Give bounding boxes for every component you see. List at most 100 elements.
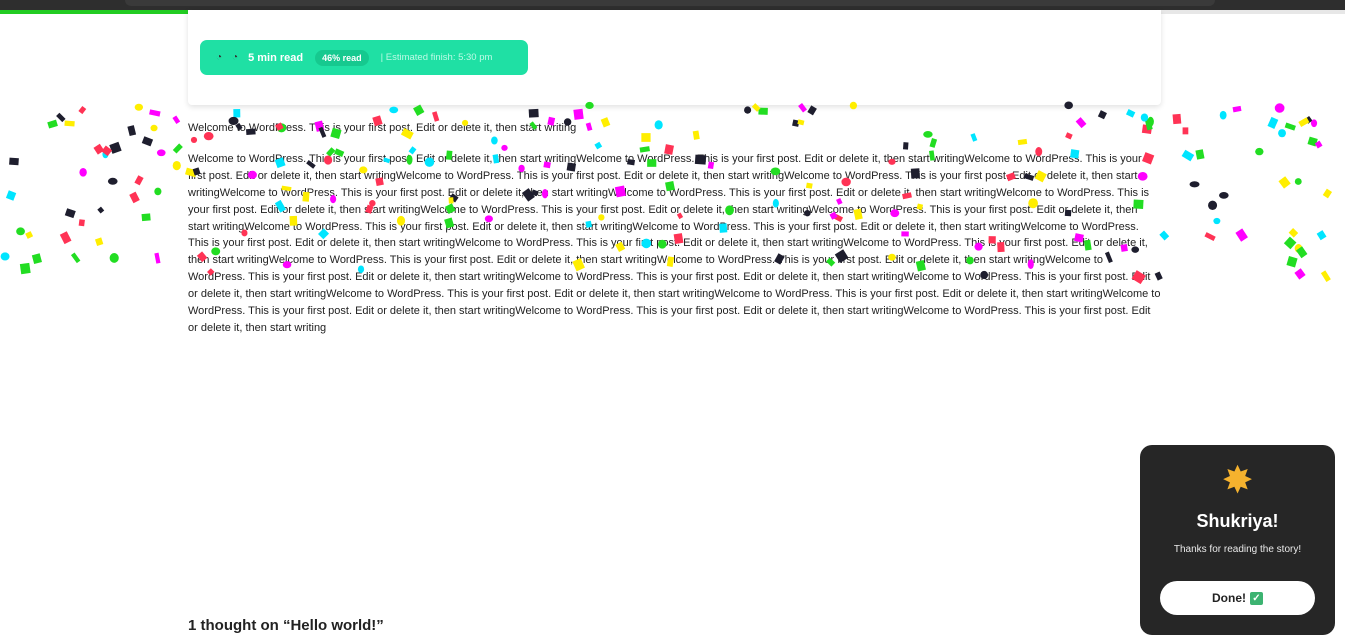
article-body-paragraph: Welcome to WordPress. This is your first… bbox=[188, 152, 1161, 334]
confetti-piece bbox=[1232, 105, 1242, 113]
confetti-piece bbox=[9, 157, 19, 166]
confetti-piece bbox=[109, 141, 122, 154]
done-button-label: Done! bbox=[1212, 591, 1246, 605]
read-time-label: 5 min read bbox=[248, 51, 304, 64]
confetti-piece bbox=[1288, 228, 1299, 238]
confetti-piece bbox=[1278, 129, 1286, 138]
confetti-piece bbox=[78, 105, 87, 115]
confetti-piece bbox=[78, 219, 85, 227]
confetti-piece bbox=[134, 175, 144, 186]
confetti-piece bbox=[109, 253, 119, 263]
confetti-piece bbox=[70, 252, 81, 264]
confetti-piece bbox=[93, 143, 105, 155]
confetti-piece bbox=[1097, 110, 1107, 120]
confetti-piece bbox=[758, 107, 768, 115]
percent-read-badge: 46% read bbox=[315, 49, 369, 66]
confetti-piece bbox=[25, 231, 34, 239]
confetti-piece bbox=[1322, 188, 1333, 199]
confetti-piece bbox=[5, 190, 17, 201]
top-bar-inner bbox=[125, 0, 1215, 6]
confetti-piece bbox=[1219, 192, 1229, 199]
confetti-piece bbox=[1294, 244, 1303, 253]
confetti-piece bbox=[19, 262, 31, 275]
confetti-piece bbox=[1278, 176, 1291, 189]
confetti-piece bbox=[389, 106, 399, 114]
confetti-piece bbox=[1182, 127, 1189, 135]
confetti-piece bbox=[744, 106, 752, 114]
confetti-piece bbox=[1296, 246, 1308, 259]
confetti-piece bbox=[1298, 117, 1310, 127]
confetti-piece bbox=[154, 187, 162, 196]
confetti-piece bbox=[233, 109, 241, 118]
confetti-piece bbox=[107, 177, 118, 185]
confetti-piece bbox=[172, 143, 183, 154]
confetti-piece bbox=[1284, 122, 1296, 131]
confetti-piece bbox=[127, 125, 137, 137]
toast-title: Shukriya! bbox=[1196, 511, 1279, 531]
star-icon: ✸ bbox=[1221, 460, 1254, 502]
confetti-piece bbox=[1235, 228, 1248, 242]
confetti-piece bbox=[1189, 181, 1200, 188]
confetti-piece bbox=[528, 108, 539, 118]
confetti-piece bbox=[573, 108, 584, 120]
confetti-piece bbox=[1320, 270, 1331, 283]
comments-heading: 1 thought on “Hello world!” bbox=[188, 617, 384, 634]
confetti-piece bbox=[97, 206, 105, 214]
confetti-piece bbox=[94, 237, 104, 247]
reading-time-pill: ◔ ◔ 5 min read 46% read | Estimated fini… bbox=[200, 40, 528, 75]
confetti-piece bbox=[1208, 200, 1218, 210]
confetti-piece bbox=[1310, 119, 1318, 128]
confetti-piece bbox=[31, 253, 42, 265]
confetti-piece bbox=[1307, 136, 1318, 147]
confetti-piece bbox=[1125, 109, 1136, 118]
confetti-piece bbox=[101, 145, 113, 157]
confetti-piece bbox=[150, 124, 158, 132]
confetti-piece bbox=[64, 120, 75, 127]
confetti-piece bbox=[1195, 149, 1205, 160]
confetti-piece bbox=[141, 136, 154, 147]
confetti-piece bbox=[1294, 268, 1306, 280]
confetti-piece bbox=[1274, 103, 1285, 113]
check-icon: ✓ bbox=[1250, 591, 1263, 605]
confetti-piece bbox=[1267, 116, 1279, 129]
confetti-piece bbox=[1181, 149, 1195, 162]
confetti-piece bbox=[0, 252, 10, 261]
confetti-piece bbox=[1304, 115, 1313, 124]
clock-icon: ◔ bbox=[216, 52, 223, 63]
confetti-piece bbox=[1294, 178, 1302, 185]
confetti-piece bbox=[807, 105, 817, 116]
confetti-piece bbox=[156, 149, 166, 157]
confetti-piece bbox=[1255, 147, 1264, 156]
confetti-piece bbox=[59, 231, 72, 245]
article-intro-paragraph: Welcome to WordPress. This is your first… bbox=[188, 122, 577, 134]
confetti-piece bbox=[1316, 230, 1327, 241]
confetti-piece bbox=[413, 104, 425, 117]
confetti-piece bbox=[1286, 256, 1298, 268]
confetti-piece bbox=[1213, 217, 1221, 225]
confetti-piece bbox=[172, 160, 181, 171]
toast-subtitle: Thanks for reading the story! bbox=[1173, 544, 1302, 555]
confetti-piece bbox=[1314, 140, 1323, 149]
confetti-piece bbox=[102, 150, 109, 159]
confetti-piece bbox=[16, 227, 25, 236]
confetti-piece bbox=[1172, 113, 1182, 125]
confetti-piece bbox=[134, 103, 144, 111]
confetti-piece bbox=[1204, 232, 1216, 241]
confetti-piece bbox=[1283, 236, 1297, 250]
clock-icon: ◔ bbox=[232, 52, 239, 63]
confetti-piece bbox=[1219, 110, 1227, 120]
confetti-piece bbox=[172, 115, 181, 125]
confetti-piece bbox=[149, 109, 161, 117]
confetti-piece bbox=[129, 191, 140, 204]
confetti-piece bbox=[47, 119, 58, 129]
estimated-finish-label: | Estimated finish: 5:30 pm bbox=[380, 52, 493, 63]
confetti-piece bbox=[141, 213, 151, 222]
confetti-piece bbox=[79, 167, 87, 177]
confetti-piece bbox=[56, 112, 66, 123]
thanks-toast: ✸ Shukriya! Thanks for reading the story… bbox=[1140, 445, 1335, 635]
confetti-piece bbox=[154, 252, 161, 264]
reading-info-card: ◔ ◔ 5 min read 46% read | Estimated fini… bbox=[188, 10, 1161, 105]
confetti-piece bbox=[64, 208, 76, 219]
done-button[interactable]: Done! ✓ bbox=[1160, 581, 1315, 615]
browser-top-bar bbox=[0, 0, 1345, 10]
